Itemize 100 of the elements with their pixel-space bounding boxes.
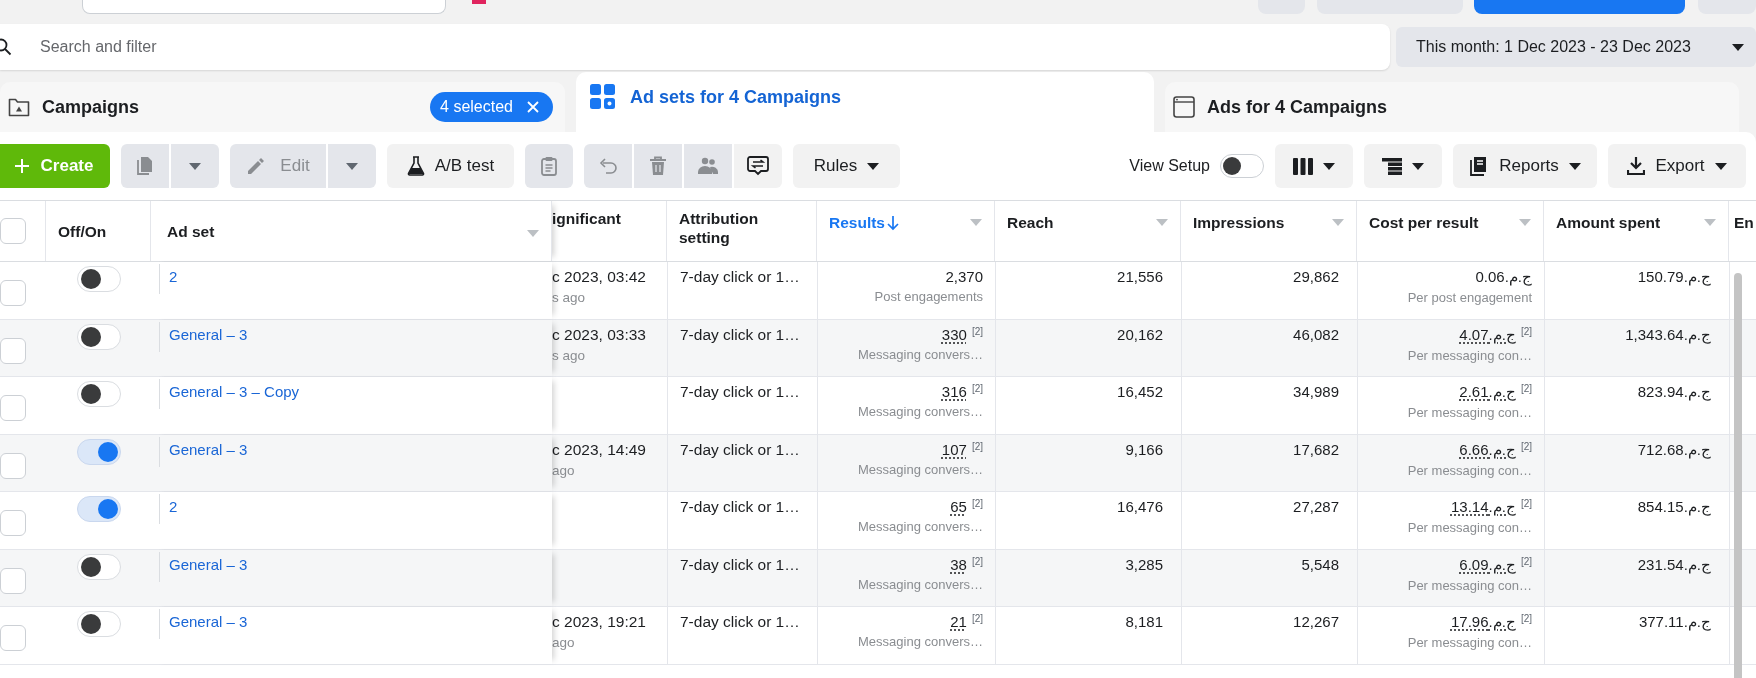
rules-button[interactable]: Rules: [793, 144, 900, 188]
row-checkbox[interactable]: [0, 510, 26, 536]
reports-button[interactable]: Reports: [1453, 144, 1597, 188]
row-checkbox[interactable]: [0, 395, 26, 421]
on-off-toggle[interactable]: [76, 496, 121, 522]
selection-badge[interactable]: 4 selected: [430, 92, 553, 122]
footnote-ref[interactable]: [2]: [971, 614, 983, 624]
ad-set-link[interactable]: General – 3: [169, 613, 248, 630]
download-icon: [1627, 156, 1646, 176]
column-header[interactable]: Reach: [1007, 213, 1054, 232]
metric-value: 330: [941, 325, 967, 343]
metric-note: Per messaging con…: [1406, 577, 1532, 593]
attribution-text: 7-day click or 1…: [680, 440, 800, 458]
footnote-ref[interactable]: [2]: [1520, 441, 1532, 452]
on-off-toggle[interactable]: [76, 611, 121, 637]
caret-icon: [1332, 219, 1344, 226]
date-range-button[interactable]: This month: 1 Dec 2023 - 23 Dec 2023: [1396, 27, 1756, 67]
date-note: s ago: [552, 290, 587, 305]
on-off-toggle[interactable]: [76, 553, 121, 580]
columns-icon: [1293, 157, 1313, 175]
footnote-ref[interactable]: [2]: [1520, 384, 1532, 394]
on-off-toggle[interactable]: [76, 438, 121, 465]
caret-icon: [1732, 43, 1744, 51]
transfer-button[interactable]: [734, 144, 782, 188]
attribution-text: 7-day click or 1…: [680, 555, 800, 573]
footnote-ref[interactable]: [2]: [971, 499, 983, 509]
scrollbar[interactable]: [1734, 273, 1742, 678]
number-text: 20,162: [1117, 325, 1163, 345]
metric-value: ج.م.17.96: [1451, 613, 1516, 631]
attribution-text: 7-day click or 1…: [680, 268, 800, 285]
metric-note: Messaging convers…: [857, 404, 983, 419]
number-text: 9,166: [1125, 440, 1163, 460]
folder-icon: [8, 97, 30, 117]
select-all-checkbox[interactable]: [0, 218, 26, 244]
footnote-ref[interactable]: [2]: [1520, 556, 1532, 567]
footnote-ref[interactable]: [2]: [1520, 499, 1532, 509]
column-header[interactable]: Attribution setting: [679, 209, 804, 247]
metric-value: 65: [950, 498, 967, 515]
columns-button[interactable]: [1275, 144, 1353, 188]
row-checkbox[interactable]: [0, 625, 26, 651]
tab[interactable]: Campaigns 4 selected: [0, 82, 565, 132]
row-checkbox[interactable]: [0, 337, 26, 364]
date-text: c 2023, 19:21: [552, 613, 647, 631]
metric-value: 21: [950, 613, 967, 630]
caret-icon: [970, 219, 982, 226]
column-header[interactable]: ignificant: [552, 209, 621, 228]
caret-icon: [1519, 219, 1531, 226]
url-field[interactable]: [82, 0, 447, 14]
metric-value: 316: [941, 383, 967, 400]
number-text: 21,556: [1117, 268, 1163, 287]
ad-set-link[interactable]: General – 3: [169, 440, 248, 458]
ad-set-link[interactable]: 2: [169, 268, 178, 285]
on-off-toggle[interactable]: [76, 266, 121, 292]
row-checkbox[interactable]: [0, 567, 26, 594]
metric-value: ج.م.0.06: [1475, 268, 1532, 286]
column-header[interactable]: Impressions: [1193, 213, 1285, 232]
row-checkbox[interactable]: [0, 452, 26, 479]
tab[interactable]: Ads for 4 Campaigns: [1165, 82, 1739, 132]
caret-icon: [346, 162, 358, 170]
metric-value: ج.م.6.66: [1459, 440, 1516, 459]
column-header[interactable]: En: [1734, 213, 1754, 232]
tab[interactable]: Ad sets for 4 Campaigns: [576, 72, 1154, 132]
footnote-ref[interactable]: [2]: [1520, 326, 1532, 337]
footnote-ref[interactable]: [2]: [971, 326, 983, 337]
footnote-ref[interactable]: [2]: [971, 556, 983, 567]
metric-note: Messaging convers…: [857, 461, 983, 477]
plus-icon: [14, 159, 29, 173]
on-off-toggle[interactable]: [76, 323, 121, 350]
footnote-ref[interactable]: [2]: [971, 384, 983, 394]
metric-value: ج.م.2.61: [1459, 383, 1516, 401]
caret-icon: [1714, 162, 1727, 170]
ab-test-button[interactable]: A/B test: [387, 144, 514, 188]
column-header[interactable]: Cost per result: [1369, 213, 1479, 232]
clipboard-icon: [541, 156, 557, 176]
export-button[interactable]: Export: [1608, 144, 1746, 188]
footnote-ref[interactable]: [2]: [971, 441, 983, 452]
ad-set-link[interactable]: General – 3: [169, 555, 248, 573]
column-header[interactable]: Ad set: [167, 221, 215, 241]
search-field[interactable]: Search and filter: [0, 24, 1390, 70]
column-header[interactable]: Off/On: [58, 221, 107, 241]
on-off-toggle[interactable]: [76, 381, 121, 407]
metric-value: 107: [941, 440, 967, 458]
number-text: ج.م.1,343.64: [1625, 325, 1711, 346]
pencil-icon: [246, 156, 267, 176]
view-setup-toggle[interactable]: [1220, 154, 1264, 178]
number-text: 27,287: [1293, 498, 1339, 517]
ad-set-link[interactable]: General – 3 – Copy: [169, 383, 300, 400]
sort-arrow-icon: [887, 214, 899, 231]
ad-set-link[interactable]: 2: [169, 498, 178, 515]
breakdown-button[interactable]: [1364, 144, 1442, 188]
column-header[interactable]: Results: [829, 213, 899, 232]
metric-note: Per messaging con…: [1406, 635, 1532, 650]
ad-set-link[interactable]: General – 3: [169, 325, 248, 343]
footnote-ref[interactable]: [2]: [1520, 614, 1532, 624]
number-text: ج.م.377.11: [1638, 613, 1711, 633]
number-text: 16,476: [1117, 498, 1163, 517]
number-text: 34,989: [1293, 383, 1339, 402]
row-checkbox[interactable]: [0, 280, 26, 306]
metric-note: Post engagements: [873, 289, 983, 304]
column-header[interactable]: Amount spent: [1556, 213, 1661, 232]
